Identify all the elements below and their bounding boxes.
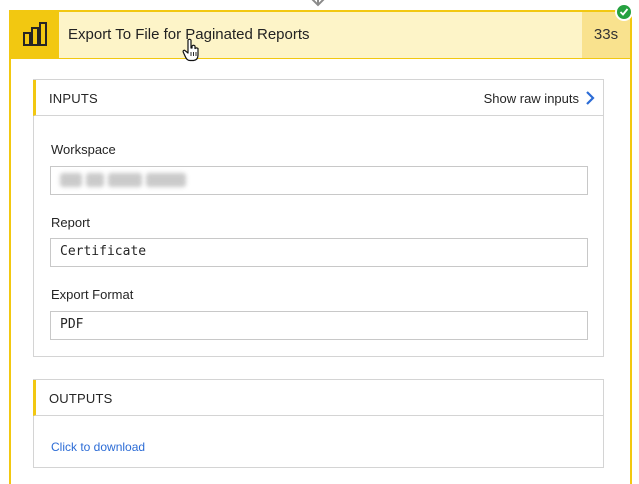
chevron-right-icon[interactable] xyxy=(585,90,595,106)
report-field: Certificate xyxy=(50,238,588,267)
export-format-label: Export Format xyxy=(51,287,134,302)
action-card-header[interactable]: Export To File for Paginated Reports 33s xyxy=(11,12,630,62)
run-history-canvas: Export To File for Paginated Reports 33s… xyxy=(0,0,639,484)
workspace-label: Workspace xyxy=(51,142,116,157)
inputs-section-header: INPUTS Show raw inputs xyxy=(33,80,603,116)
success-status-icon xyxy=(615,3,633,21)
inputs-title: INPUTS xyxy=(49,91,98,106)
export-format-field: PDF xyxy=(50,311,588,340)
action-card: Export To File for Paginated Reports 33s… xyxy=(9,10,632,484)
redacted-workspace-name xyxy=(60,173,190,187)
flow-arrow-icon xyxy=(311,0,325,7)
duration-value: 33s xyxy=(593,26,619,43)
export-format-value: PDF xyxy=(60,317,84,332)
download-link[interactable]: Click to download xyxy=(51,440,145,454)
hand-cursor-icon xyxy=(182,38,199,62)
report-value: Certificate xyxy=(60,244,147,259)
outputs-section-header: OUTPUTS xyxy=(33,380,603,416)
action-icon-tile xyxy=(11,12,59,58)
outputs-title: OUTPUTS xyxy=(49,391,113,406)
show-raw-inputs-link[interactable]: Show raw inputs xyxy=(484,91,579,106)
outputs-section: OUTPUTS Click to download xyxy=(33,379,604,468)
report-label: Report xyxy=(51,215,91,230)
power-bi-icon xyxy=(23,22,47,46)
checkmark-icon xyxy=(619,8,629,16)
inputs-section: INPUTS Show raw inputs Workspace Report … xyxy=(33,79,604,357)
workspace-field xyxy=(50,166,588,195)
